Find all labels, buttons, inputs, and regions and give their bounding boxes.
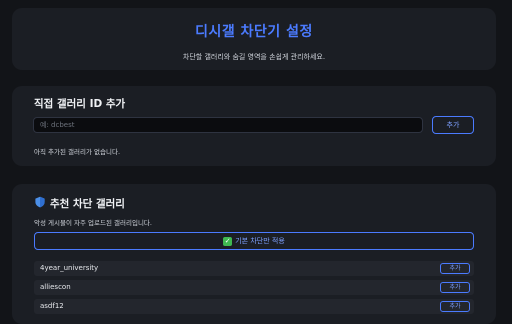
gallery-row: alliescon 추가 [34,280,474,295]
direct-add-title: 직접 갤러리 ID 추가 [34,98,126,110]
gallery-name: asdf12 [40,302,64,310]
gallery-row: asdf12 추가 [34,299,474,314]
recommended-card: 추천 차단 갤러리 악성 게시물이 자주 업로드된 갤러리입니다. ✓ 기본 차단… [12,184,496,324]
direct-add-card: 직접 갤러리 ID 추가 추가 아직 추가된 갤러리가 없습니다. [12,86,496,166]
add-gallery-row-button[interactable]: 추가 [440,301,470,312]
add-gallery-row-button[interactable]: 추가 [440,263,470,274]
page-title: 디시갤 차단기 설정 [195,24,313,40]
gallery-name: 4year_university [40,264,99,272]
apply-default-block-label: 기본 차단만 적용 [235,237,285,245]
recommended-title-text: 추천 차단 갤러리 [50,198,125,210]
empty-message: 아직 추가된 갤러리가 없습니다. [34,148,121,156]
recommended-description: 악성 게시물이 자주 업로드된 갤러리입니다. [34,219,152,227]
recommended-title: 추천 차단 갤러리 [34,196,125,211]
header-card: 디시갤 차단기 설정 차단할 갤러리와 숨길 영역을 손쉽게 관리하세요. [12,8,496,70]
check-icon: ✓ [223,236,233,246]
page-subtitle: 차단할 갤러리와 숨길 영역을 손쉽게 관리하세요. [182,53,326,61]
gallery-id-input[interactable] [33,117,423,133]
gallery-row: 4year_university 추가 [34,261,474,276]
apply-default-block-button[interactable]: ✓ 기본 차단만 적용 [34,232,474,250]
add-gallery-row-button[interactable]: 추가 [440,282,470,293]
gallery-name: alliescon [40,283,71,291]
add-gallery-button[interactable]: 추가 [432,116,474,134]
